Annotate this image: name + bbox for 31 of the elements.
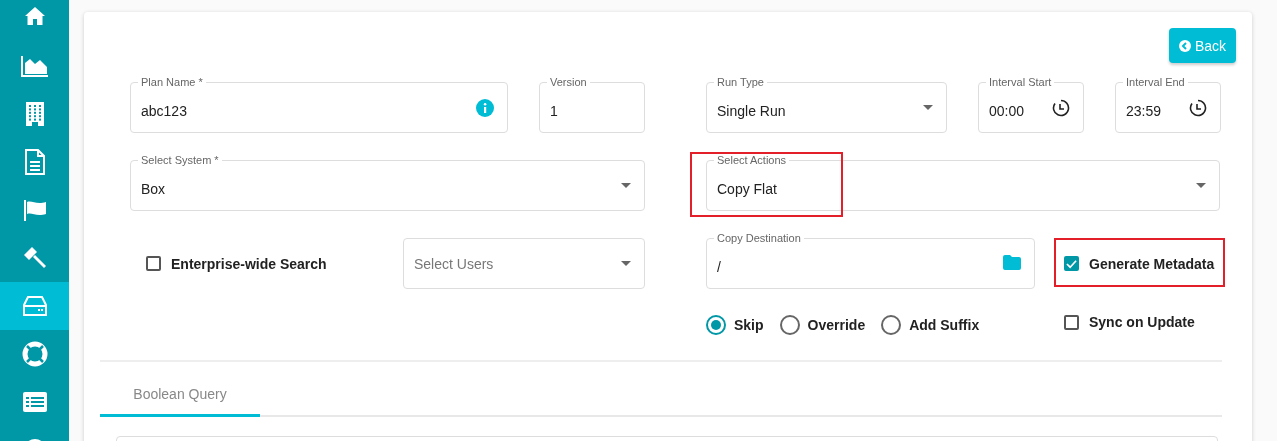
- caret-icon: [621, 183, 631, 188]
- radio-button[interactable]: [881, 315, 902, 335]
- checkbox-label: Sync on Update: [1089, 314, 1195, 330]
- list-icon: [21, 391, 48, 413]
- lifebuoy-icon: [21, 341, 48, 367]
- caret-icon: [923, 105, 933, 110]
- clock-icon: [1189, 99, 1207, 117]
- folder-icon: [1003, 255, 1021, 270]
- document-icon: [24, 149, 45, 175]
- caret-icon: [621, 261, 631, 266]
- tab[interactable]: Boolean Query: [100, 373, 260, 417]
- hard-drive-icon: [22, 296, 47, 316]
- checkbox[interactable]: [146, 256, 161, 271]
- radio-button[interactable]: [706, 315, 726, 335]
- info-icon: [476, 99, 494, 117]
- checkbox-label: Generate Metadata: [1089, 255, 1215, 272]
- flag-icon: [22, 199, 47, 221]
- radio-label: Add Suffix: [909, 317, 980, 333]
- checkbox-label: Enterprise-wide Search: [171, 255, 327, 272]
- home-icon: [23, 6, 46, 26]
- building-icon: [24, 101, 45, 127]
- radio-label: Override: [807, 317, 866, 333]
- gavel-icon: [22, 246, 47, 270]
- area-chart-icon: [20, 55, 49, 77]
- clock-icon: [1052, 99, 1070, 117]
- checkbox[interactable]: [1064, 256, 1079, 271]
- nav-item[interactable]: [0, 282, 69, 330]
- radio-button[interactable]: [779, 315, 800, 335]
- radio-label: Skip: [734, 317, 764, 333]
- checkbox[interactable]: [1064, 314, 1079, 330]
- caret-icon: [1196, 183, 1206, 188]
